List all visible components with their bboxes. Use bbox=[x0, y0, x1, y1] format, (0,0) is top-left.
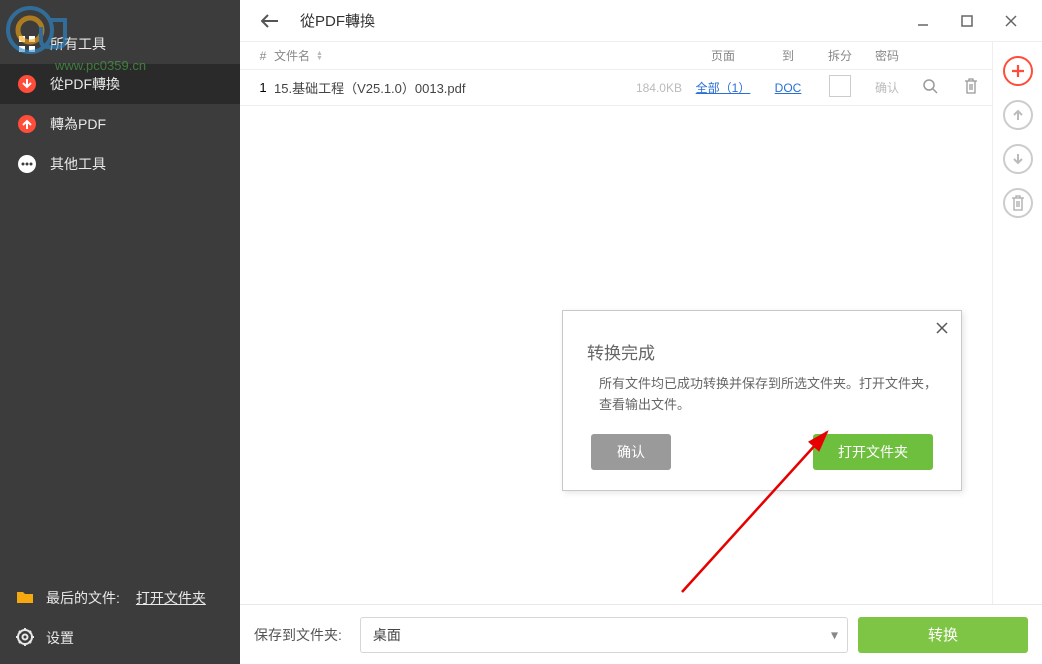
folder-icon bbox=[16, 589, 34, 608]
sidebar-item-to-pdf[interactable]: 轉為PDF bbox=[0, 104, 240, 144]
sidebar-item-all-tools[interactable]: 所有工具 bbox=[0, 24, 240, 64]
close-icon bbox=[935, 321, 949, 335]
row-delete-button[interactable] bbox=[964, 78, 978, 94]
titlebar: 從PDF轉換 bbox=[240, 0, 1042, 42]
sort-icon: ▲▼ bbox=[316, 51, 323, 61]
row-filesize: 184.0KB bbox=[604, 81, 686, 95]
sidebar: www.pc0359.cn 所有工具 從PDF轉換 轉為PDF bbox=[0, 0, 240, 664]
sidebar-item-from-pdf[interactable]: 從PDF轉換 bbox=[0, 64, 240, 104]
minimize-icon bbox=[916, 14, 930, 28]
file-list-area: # 文件名 ▲▼ 页面 到 拆分 密码 1 15.基础工程（V25.1.0）00… bbox=[240, 42, 992, 604]
footer-bar: 保存到文件夹: 桌面 ▾ 转换 bbox=[240, 604, 1042, 664]
trash-icon bbox=[964, 78, 978, 94]
sidebar-item-other-tools[interactable]: 其他工具 bbox=[0, 144, 240, 184]
recent-files-row: 最后的文件: 打开文件夹 bbox=[0, 578, 240, 618]
right-toolbar bbox=[992, 42, 1042, 604]
row-pages-link[interactable]: 全部（1） bbox=[696, 81, 751, 95]
clear-all-button[interactable] bbox=[1003, 188, 1033, 218]
sidebar-item-label: 從PDF轉換 bbox=[50, 74, 120, 94]
more-circle-icon bbox=[16, 153, 38, 175]
close-button[interactable] bbox=[998, 8, 1024, 34]
add-file-button[interactable] bbox=[1003, 56, 1033, 86]
main-panel: 從PDF轉換 # 文件名 ▲▼ bbox=[240, 0, 1042, 664]
dialog-title: 转换完成 bbox=[587, 339, 937, 364]
window-controls bbox=[910, 8, 1024, 34]
convert-button[interactable]: 转换 bbox=[858, 617, 1028, 653]
arrow-up-icon bbox=[1011, 108, 1025, 122]
dialog-message: 所有文件均已成功转换并保存到所选文件夹。打开文件夹，查看输出文件。 bbox=[599, 374, 937, 416]
settings-label: 设置 bbox=[46, 628, 74, 648]
arrow-left-icon bbox=[261, 14, 279, 28]
row-password-label[interactable]: 确认 bbox=[875, 81, 899, 95]
close-icon bbox=[1004, 14, 1018, 28]
trash-icon bbox=[1011, 195, 1025, 211]
row-filename: 15.基础工程（V25.1.0）0013.pdf bbox=[274, 78, 604, 97]
gear-icon bbox=[16, 628, 34, 649]
back-button[interactable] bbox=[258, 9, 282, 33]
row-preview-button[interactable] bbox=[922, 78, 938, 94]
arrow-down-icon bbox=[1011, 152, 1025, 166]
settings-row[interactable]: 设置 bbox=[0, 618, 240, 658]
save-folder-label: 保存到文件夹: bbox=[254, 625, 342, 645]
col-name-header[interactable]: 文件名 ▲▼ bbox=[274, 47, 604, 64]
conversion-complete-dialog: 转换完成 所有文件均已成功转换并保存到所选文件夹。打开文件夹，查看输出文件。 确… bbox=[562, 310, 962, 491]
plus-icon bbox=[1010, 63, 1026, 79]
col-target-header: 到 bbox=[760, 47, 816, 64]
chevron-down-icon: ▾ bbox=[831, 626, 838, 643]
col-pages-header: 页面 bbox=[686, 47, 760, 64]
search-icon bbox=[922, 78, 938, 94]
row-index: 1 bbox=[252, 80, 274, 95]
grid-icon bbox=[16, 33, 38, 55]
sidebar-item-label: 所有工具 bbox=[50, 34, 106, 54]
save-folder-value: 桌面 bbox=[373, 625, 401, 645]
move-down-button[interactable] bbox=[1003, 144, 1033, 174]
arrow-down-circle-icon bbox=[16, 73, 38, 95]
open-folder-link[interactable]: 打开文件夹 bbox=[136, 588, 206, 608]
minimize-button[interactable] bbox=[910, 8, 936, 34]
col-split-header: 拆分 bbox=[816, 47, 864, 64]
sidebar-item-label: 轉為PDF bbox=[50, 114, 106, 134]
page-title: 從PDF轉換 bbox=[300, 10, 375, 31]
sidebar-nav: 所有工具 從PDF轉換 轉為PDF 其他工具 bbox=[0, 0, 240, 578]
col-index-header: # bbox=[252, 49, 274, 63]
maximize-button[interactable] bbox=[954, 8, 980, 34]
move-up-button[interactable] bbox=[1003, 100, 1033, 130]
dialog-ok-button[interactable]: 确认 bbox=[591, 434, 671, 470]
table-header: # 文件名 ▲▼ 页面 到 拆分 密码 bbox=[240, 42, 992, 70]
arrow-up-circle-icon bbox=[16, 113, 38, 135]
content-wrap: # 文件名 ▲▼ 页面 到 拆分 密码 1 15.基础工程（V25.1.0）00… bbox=[240, 42, 1042, 604]
row-target-link[interactable]: DOC bbox=[775, 81, 802, 95]
save-folder-select[interactable]: 桌面 ▾ bbox=[360, 617, 848, 653]
table-row: 1 15.基础工程（V25.1.0）0013.pdf 184.0KB 全部（1）… bbox=[240, 70, 992, 106]
sidebar-item-label: 其他工具 bbox=[50, 154, 106, 174]
app-root: www.pc0359.cn 所有工具 從PDF轉換 轉為PDF bbox=[0, 0, 1042, 664]
maximize-icon bbox=[960, 14, 974, 28]
sidebar-bottom: 最后的文件: 打开文件夹 设置 bbox=[0, 578, 240, 664]
row-split-checkbox[interactable] bbox=[829, 75, 851, 97]
col-password-header: 密码 bbox=[864, 47, 910, 64]
dialog-close-button[interactable] bbox=[931, 317, 953, 339]
recent-files-label: 最后的文件: bbox=[46, 588, 120, 608]
dialog-open-folder-button[interactable]: 打开文件夹 bbox=[813, 434, 933, 470]
